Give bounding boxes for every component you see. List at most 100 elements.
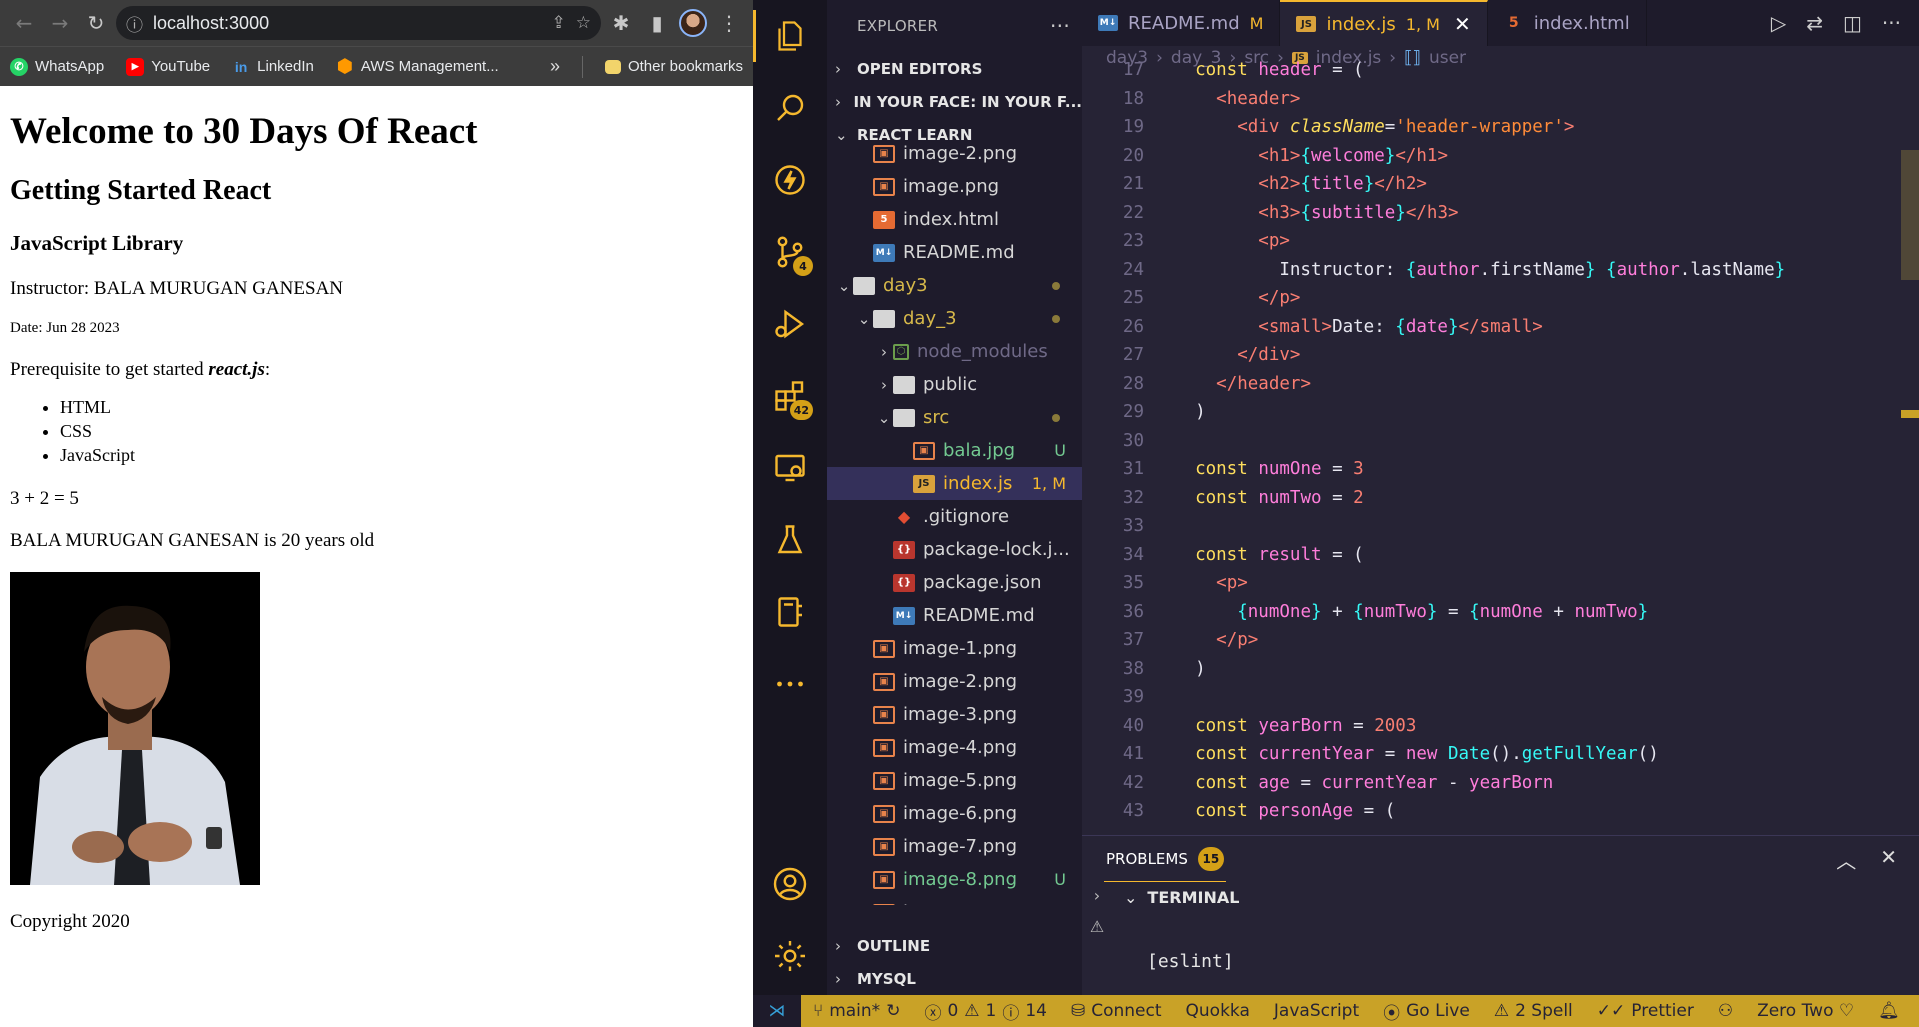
url-text[interactable]: localhost:3000 <box>153 13 542 34</box>
tab-index-js[interactable]: JS index.js 1, M ✕ <box>1280 0 1488 46</box>
code-editor[interactable]: 17 const header = (18 <header> 19 <div cl… <box>1082 56 1919 821</box>
tree-item-label: image-3.png <box>903 704 1017 725</box>
chevron-right-icon[interactable]: › <box>1094 886 1100 905</box>
split-editor-icon[interactable]: ◫ <box>1843 11 1862 35</box>
bottom-panel: PROBLEMS 15 ︿ ✕ › ⚠ ⌄ TERMINAL [eslint] <box>1082 835 1919 995</box>
tab-readme[interactable]: M↓ README.md M <box>1082 0 1281 46</box>
tree-item[interactable]: ▣ image-2.png <box>827 137 1082 170</box>
chevron-right-icon: › <box>881 342 887 361</box>
more-icon[interactable] <box>753 648 827 720</box>
tree-item[interactable]: ⌄ day3 <box>827 269 1082 302</box>
code-token: } <box>1426 601 1438 622</box>
tree-item[interactable]: ▣ image-3.png <box>827 698 1082 731</box>
tab-problems[interactable]: PROBLEMS 15 <box>1104 837 1226 882</box>
section-open-editors[interactable]: › OPEN EDITORS <box>827 52 1082 85</box>
tree-item[interactable]: › ⬡ node_modules <box>827 335 1082 368</box>
problems-item[interactable]: ⓧ 0 ⚠ 1 ⓘ 14 <box>912 999 1059 1024</box>
bookmark-linkedin[interactable]: in LinkedIn <box>232 58 314 76</box>
code-line: 32 const numTwo = 2 <box>1082 484 1919 513</box>
profile-avatar[interactable] <box>677 7 709 39</box>
reload-icon[interactable]: ↻ <box>80 7 112 39</box>
tree-item[interactable]: ▣ image-7.png <box>827 830 1082 863</box>
tree-item-label: public <box>923 374 978 395</box>
share-icon[interactable]: ⇪ <box>552 13 566 33</box>
bookmark-star-icon[interactable]: ☆ <box>576 13 591 33</box>
tree-item[interactable]: ▣ image.png <box>827 896 1082 905</box>
site-info-icon[interactable]: ⓘ <box>126 11 143 36</box>
status-prettier[interactable]: ✓✓ Prettier <box>1585 1001 1706 1021</box>
remote-explorer-icon[interactable] <box>753 432 827 504</box>
compare-changes-icon[interactable]: ⇄ <box>1806 11 1823 35</box>
tree-item[interactable]: JS index.js 1, M <box>827 467 1082 500</box>
explorer-icon[interactable] <box>753 0 827 72</box>
tree-item[interactable]: 5 index.html <box>827 203 1082 236</box>
tree-item[interactable]: {} package.json <box>827 566 1082 599</box>
maximize-panel-icon[interactable]: ︿ <box>1836 845 1856 874</box>
tree-item[interactable]: ▣ image-8.png U <box>827 863 1082 896</box>
tab-index-html[interactable]: 5 index.html <box>1488 0 1647 46</box>
testing-flask-icon[interactable] <box>753 504 827 576</box>
run-debug-icon[interactable] <box>753 288 827 360</box>
tree-item-label: package.json <box>923 572 1042 593</box>
status-connect[interactable]: ⛁ Connect <box>1059 1001 1174 1021</box>
tree-item[interactable]: ◆ .gitignore <box>827 500 1082 533</box>
explorer-more-icon[interactable]: ··· <box>1050 14 1070 38</box>
branch-item[interactable]: ⑂ main* ↻ <box>801 1001 912 1021</box>
tree-item[interactable]: ▣ image-4.png <box>827 731 1082 764</box>
tree-item[interactable]: ▣ image-1.png <box>827 632 1082 665</box>
section-label: MYSQL <box>857 969 916 988</box>
tree-item[interactable]: M↓ README.md <box>827 599 1082 632</box>
tree-item[interactable]: ▣ image-2.png <box>827 665 1082 698</box>
address-bar[interactable]: ⓘ localhost:3000 ⇪ ☆ <box>116 6 601 40</box>
notifications-item[interactable]: 🔔︎ <box>1866 1001 1912 1021</box>
settings-gear-icon[interactable] <box>753 920 827 992</box>
chevron-right-icon: › <box>835 92 841 111</box>
status-spell[interactable]: ⚠ 2 Spell <box>1482 1001 1585 1021</box>
notebook-icon[interactable] <box>753 576 827 648</box>
tree-item[interactable]: ▣ image.png <box>827 170 1082 203</box>
bookmark-aws[interactable]: ⬢ AWS Management... <box>336 56 499 76</box>
lightning-icon[interactable] <box>753 144 827 216</box>
remote-icon[interactable]: ⋊ <box>753 995 801 1027</box>
tree-item[interactable]: ⌄ day_3 <box>827 302 1082 335</box>
bookmark-youtube[interactable]: ▶ YouTube <box>126 57 210 76</box>
search-icon[interactable] <box>753 72 827 144</box>
menu-icon[interactable]: ⋮ <box>713 7 745 39</box>
code-text: const yearBorn = 2003 <box>1144 716 1416 736</box>
section-outline[interactable]: › OUTLINE <box>827 929 1082 962</box>
more-actions-icon[interactable]: ··· <box>1882 11 1901 35</box>
close-icon[interactable]: ✕ <box>1454 12 1471 36</box>
side-panel-icon[interactable]: ▮ <box>641 7 673 39</box>
status-quokka[interactable]: Quokka <box>1174 1001 1262 1021</box>
run-icon[interactable]: ▷ <box>1771 11 1786 35</box>
forward-icon[interactable]: → <box>44 7 76 39</box>
other-bookmarks[interactable]: Other bookmarks <box>604 58 743 75</box>
extensions-icon[interactable]: 42 <box>753 360 827 432</box>
tree-item[interactable]: {} package-lock.j... <box>827 533 1082 566</box>
code-token: personAge <box>1258 801 1354 821</box>
account-icon[interactable] <box>753 848 827 920</box>
folder-icon <box>893 375 915 394</box>
source-control-icon[interactable]: 4 <box>753 216 827 288</box>
code-text: <h2>{title}</h2> <box>1144 174 1427 194</box>
extensions-icon[interactable]: ✱ <box>605 7 637 39</box>
tree-item-label: image-5.png <box>903 770 1017 791</box>
terminal-section[interactable]: ⌄ TERMINAL <box>1082 882 1919 912</box>
status-language[interactable]: JavaScript <box>1262 1001 1371 1021</box>
more-bookmarks-icon[interactable]: » <box>550 56 560 77</box>
tree-item[interactable]: M↓ README.md <box>827 236 1082 269</box>
section-in-your-face[interactable]: › IN YOUR FACE: IN YOUR F... <box>827 85 1082 118</box>
close-panel-icon[interactable]: ✕ <box>1880 845 1897 874</box>
bookmark-whatsapp[interactable]: ✆ WhatsApp <box>10 57 104 76</box>
status-feedback[interactable]: ⚇ <box>1706 1001 1745 1021</box>
tree-item[interactable]: ▣ image-5.png <box>827 764 1082 797</box>
status-theme[interactable]: Zero Two ♡ <box>1745 1001 1866 1021</box>
back-icon[interactable]: ← <box>8 7 40 39</box>
tree-item[interactable]: › public <box>827 368 1082 401</box>
tree-item[interactable]: ▣ bala.jpg U <box>827 434 1082 467</box>
tree-item[interactable]: ⌄ src <box>827 401 1082 434</box>
section-mysql[interactable]: › MYSQL <box>827 962 1082 995</box>
status-go-live[interactable]: ⦿ Go Live <box>1371 999 1482 1024</box>
tree-item[interactable]: ▣ image-6.png <box>827 797 1082 830</box>
